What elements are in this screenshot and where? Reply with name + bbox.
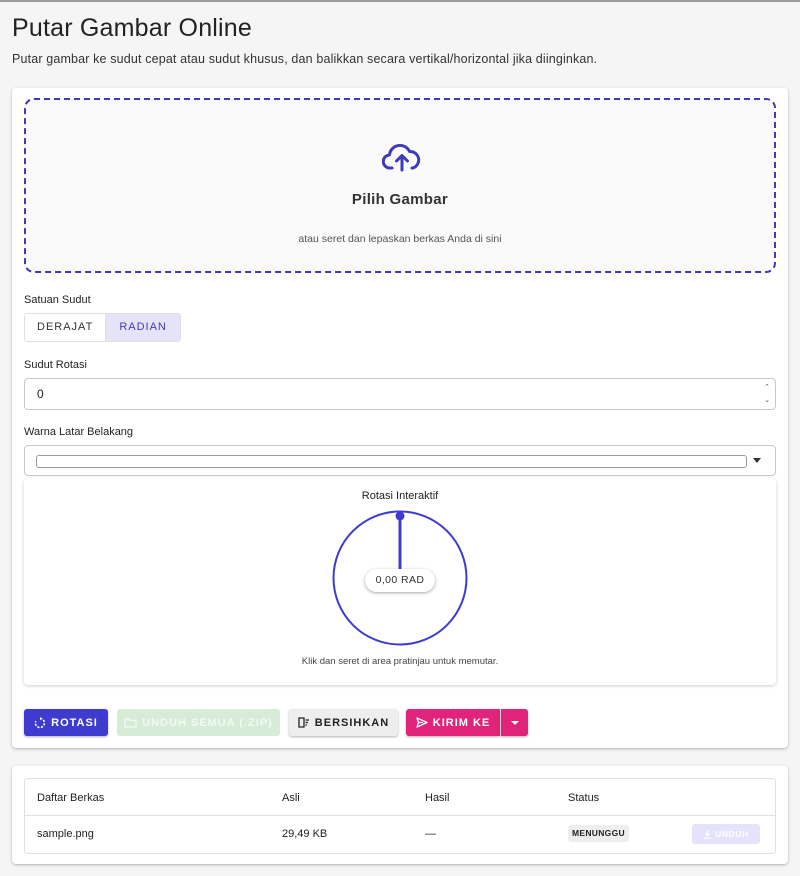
dropzone-title: Pilih Gambar [351, 191, 449, 208]
background-color-label: Warna Latar Belakang [24, 426, 134, 438]
rotate-tool-card: Pilih Gambar atau seret dan lepaskan ber… [12, 88, 788, 748]
column-header-original: Asli [282, 792, 300, 804]
file-table: Daftar Berkas Asli Hasil Status sample.p… [24, 778, 776, 854]
clear-icon [298, 717, 309, 728]
rotation-angle-label: Sudut Rotasi [24, 359, 87, 371]
rotate-button[interactable]: ROTASI [24, 709, 108, 736]
stepper-up-icon[interactable]: ⌃ [762, 381, 772, 394]
preview-hint: Klik dan seret di area pratinjau untuk m… [301, 656, 499, 667]
angle-unit-label: Satuan Sudut [24, 294, 91, 306]
rotate-button-label: ROTASI [51, 716, 98, 729]
send-to-dropdown-button[interactable] [501, 709, 528, 736]
color-swatch [36, 455, 747, 468]
angle-unit-toggle: DERAJAT RADIAN [24, 313, 181, 342]
rotation-angle-input[interactable]: 0 ⌃ ⌄ [24, 378, 776, 410]
file-original-size: 29,49 KB [282, 828, 328, 840]
file-dropzone[interactable]: Pilih Gambar atau seret dan lepaskan ber… [24, 98, 776, 273]
background-color-select[interactable] [24, 445, 776, 476]
rotation-handle-knob [395, 511, 405, 521]
row-download-label: UNDUH [715, 829, 749, 839]
file-result-size: — [425, 828, 436, 840]
preview-title: Rotasi Interaktif [361, 490, 439, 502]
chevron-down-icon [510, 720, 519, 725]
cloud-upload-icon [382, 143, 421, 172]
column-header-file-list: Daftar Berkas [37, 792, 105, 804]
page-title: Putar Gambar Online [12, 14, 253, 42]
file-list-card: Daftar Berkas Asli Hasil Status sample.p… [12, 766, 788, 864]
download-icon [703, 830, 712, 839]
stepper-down-icon[interactable]: ⌄ [762, 394, 772, 407]
send-icon [416, 717, 428, 728]
angle-readout: 0,00 RAD [365, 569, 435, 592]
send-to-label: KIRIM KE [432, 716, 491, 729]
row-download-button[interactable]: UNDUH [692, 824, 760, 844]
clear-button-label: BERSIHKAN [314, 716, 390, 729]
dropdown-arrow-icon [753, 458, 761, 463]
status-badge: MENUNGGU [568, 825, 629, 842]
dropzone-subtitle: atau seret dan lepaskan berkas Anda di s… [298, 233, 502, 245]
clear-button[interactable]: BERSIHKAN [289, 709, 398, 736]
angle-stepper[interactable]: ⌃ ⌄ [762, 381, 772, 407]
rotation-angle-value: 0 [37, 387, 44, 401]
table-header: Daftar Berkas Asli Hasil Status [25, 779, 775, 816]
download-all-label: UNDUH SEMUA (.ZIP) [142, 716, 273, 729]
page-subtitle: Putar gambar ke sudut cepat atau sudut k… [12, 52, 598, 66]
folder-icon [124, 718, 137, 728]
send-to-button[interactable]: KIRIM KE [406, 709, 500, 736]
download-all-zip-button[interactable]: UNDUH SEMUA (.ZIP) [117, 709, 280, 736]
interactive-rotation-preview[interactable]: Rotasi Interaktif 0,00 RAD Klik dan sere… [24, 478, 776, 685]
unit-option-degree[interactable]: DERAJAT [25, 314, 106, 341]
rotate-icon [34, 716, 46, 728]
unit-option-radian[interactable]: RADIAN [105, 314, 180, 341]
column-header-status: Status [568, 792, 600, 804]
column-header-result: Hasil [425, 792, 450, 804]
file-name: sample.png [37, 828, 94, 840]
